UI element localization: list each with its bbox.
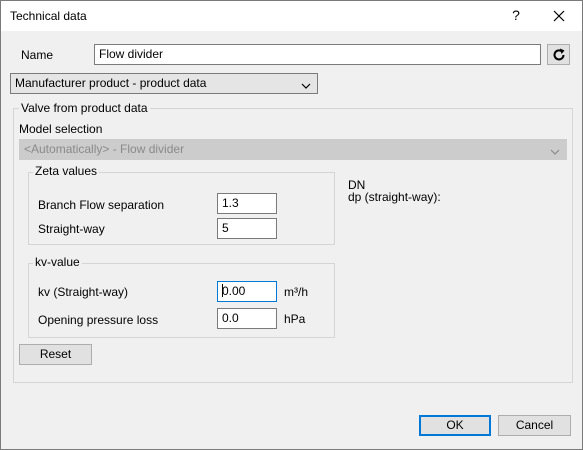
straight-way-input[interactable]: 5 — [217, 218, 277, 239]
ok-button[interactable]: OK — [419, 415, 491, 436]
title-bar: Technical data ? — [1, 1, 582, 31]
window-title: Technical data — [10, 9, 87, 23]
name-input[interactable]: Flow divider — [94, 44, 541, 65]
opening-pressure-label: Opening pressure loss — [38, 313, 159, 327]
dp-straight-way-label: dp (straight-way): — [348, 190, 441, 204]
kv-straight-way-input[interactable]: 0.00 — [217, 281, 277, 302]
kv-straight-way-value: 0.00 — [222, 284, 246, 298]
refresh-icon — [551, 47, 567, 66]
source-select[interactable]: Manufacturer product - product data — [10, 73, 318, 94]
pressure-unit-label: hPa — [284, 312, 306, 326]
cancel-button[interactable]: Cancel — [498, 415, 571, 436]
name-label: Name — [21, 48, 54, 62]
reset-button[interactable]: Reset — [19, 344, 92, 365]
close-icon[interactable] — [549, 7, 569, 25]
model-selection-select: <Automatically> - Flow divider — [19, 139, 567, 160]
kv-value-title: kv-value — [33, 255, 82, 269]
technical-data-dialog: Technical data ? Name Flow divider Manuf… — [0, 0, 583, 450]
valve-group-title: Valve from product data — [19, 101, 150, 115]
help-button[interactable]: ? — [509, 7, 523, 23]
branch-flow-label: Branch Flow separation — [38, 198, 165, 212]
kv-straight-way-label: kv (Straight-way) — [38, 285, 129, 299]
model-selection-value: <Automatically> - Flow divider — [24, 142, 185, 156]
kv-unit-label: m³/h — [284, 285, 308, 299]
branch-flow-input[interactable]: 1.3 — [217, 193, 277, 214]
source-select-value: Manufacturer product - product data — [15, 76, 207, 90]
chevron-down-icon — [301, 79, 311, 89]
straight-way-label: Straight-way — [38, 222, 105, 236]
chevron-down-icon — [550, 145, 560, 155]
zeta-values-title: Zeta values — [33, 164, 100, 178]
model-selection-label: Model selection — [19, 122, 103, 136]
refresh-button[interactable] — [547, 44, 570, 65]
opening-pressure-input[interactable]: 0.0 — [217, 308, 277, 329]
